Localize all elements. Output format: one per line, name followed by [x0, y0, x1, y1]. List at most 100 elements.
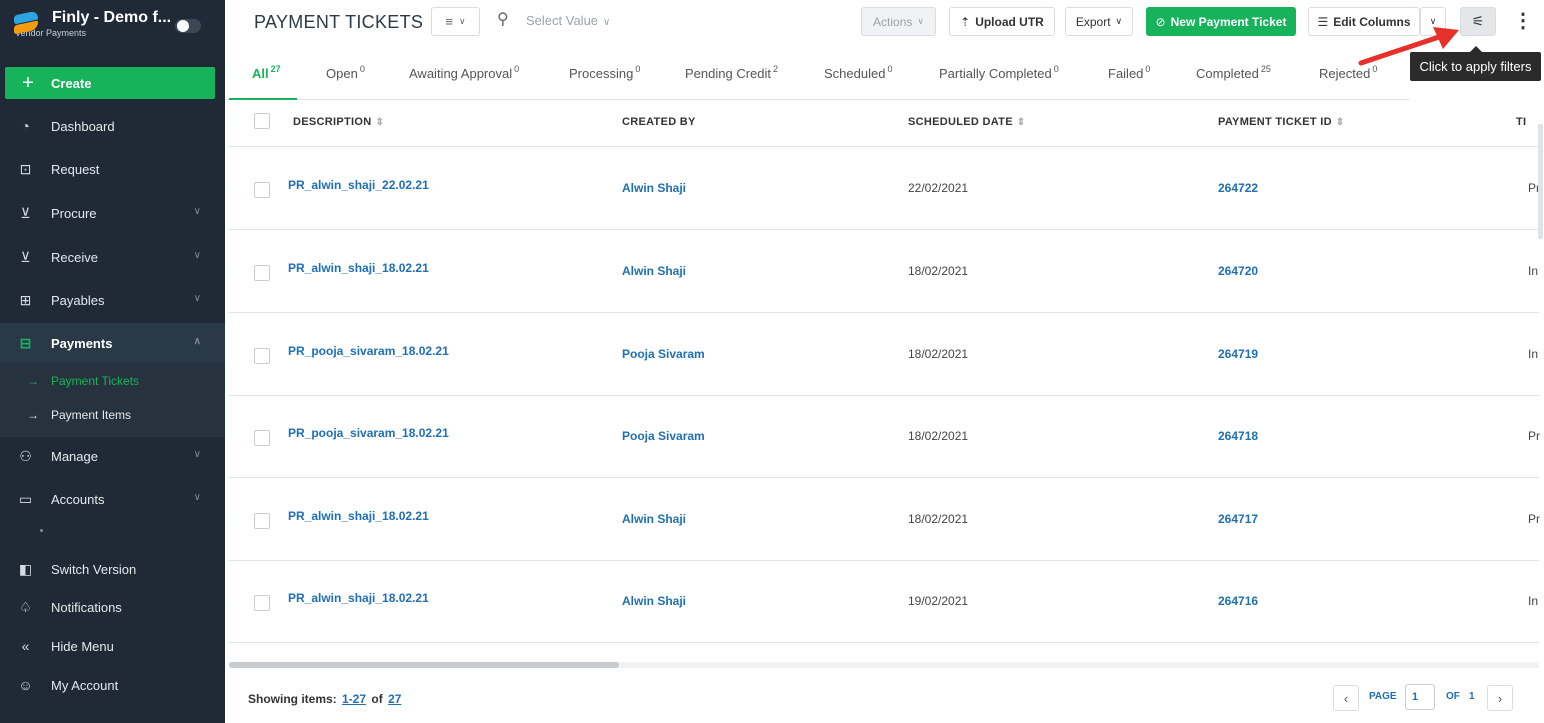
new-payment-ticket-button[interactable]: ⊘ New Payment Ticket [1146, 7, 1296, 36]
page-number-input[interactable]: 1 [1405, 684, 1435, 710]
export-button[interactable]: Export ∨ [1065, 7, 1133, 36]
user-icon: ☺ [18, 677, 33, 693]
total-link[interactable]: 27 [388, 692, 401, 706]
select-all-checkbox[interactable] [254, 113, 270, 129]
plus-icon: + [22, 72, 34, 94]
created-by-link[interactable]: Alwin Shaji [622, 181, 686, 195]
upload-utr-button[interactable]: ⇡ Upload UTR [949, 7, 1055, 36]
tab-pending-credit[interactable]: Pending Credit 2 [685, 64, 778, 81]
select-value-dropdown[interactable]: Select Value ∨ [526, 13, 610, 28]
ticket-id-link[interactable]: 264718 [1218, 429, 1258, 443]
chevron-down-icon: ∨ [1115, 16, 1123, 26]
filter-button[interactable]: ⚟ [1460, 7, 1496, 36]
table-row[interactable]: PR_alwin_shaji_18.02.21 Alwin Shaji 18/0… [229, 478, 1540, 561]
tab-open[interactable]: Open 0 [326, 64, 365, 81]
next-page-button[interactable]: › [1487, 685, 1513, 711]
receive-icon: ⊻ [20, 248, 31, 265]
truncated-cell: Pr [1528, 512, 1540, 526]
sidebar-item-accounts[interactable]: ▭ Accounts ∨ [0, 479, 225, 519]
tab-partially-completed[interactable]: Partially Completed 0 [939, 64, 1059, 81]
table-row[interactable]: PR_pooja_sivaram_18.02.21 Pooja Sivaram … [229, 395, 1540, 478]
description-link[interactable]: PR_alwin_shaji_18.02.21 [288, 509, 429, 523]
sidebar-item-payables[interactable]: ⊞ Payables ∨ [0, 280, 225, 320]
table-row[interactable]: PR_alwin_shaji_18.02.21 Alwin Shaji 18/0… [229, 230, 1539, 313]
tab-scheduled[interactable]: Scheduled 0 [824, 64, 892, 81]
search-icon[interactable]: ⚲ [497, 9, 509, 29]
tab-awaiting-approval[interactable]: Awaiting Approval 0 [409, 64, 519, 81]
sidebar-subitem-payment-items[interactable]: → Payment Items [0, 398, 225, 432]
chevron-down-icon: ∨ [193, 449, 201, 460]
sidebar-item-request[interactable]: ⊡ Request [0, 149, 225, 189]
sidebar-item-manage[interactable]: ⚇ Manage ∨ [0, 436, 225, 476]
prev-page-button[interactable]: ‹ [1333, 685, 1359, 711]
sidebar-item-payments[interactable]: ⊟ Payments ∧ [0, 323, 225, 363]
column-header-description[interactable]: DESCRIPTION ⇕ [293, 116, 384, 128]
page-label: PAGE [1369, 691, 1397, 702]
sidebar-item-receive[interactable]: ⊻ Receive ∨ [0, 237, 225, 277]
upload-icon: ⇡ [960, 14, 971, 29]
column-header-scheduled-date[interactable]: SCHEDULED DATE ⇕ [908, 116, 1026, 128]
scheduled-date: 18/02/2021 [908, 264, 969, 278]
vertical-scrollbar[interactable] [1538, 124, 1543, 239]
row-checkbox[interactable] [254, 430, 270, 446]
row-checkbox[interactable] [254, 265, 270, 281]
sidebar-subitem-payment-tickets[interactable]: → Payment Tickets [0, 364, 225, 398]
row-checkbox[interactable] [254, 348, 270, 364]
chevron-down-icon: ∨ [193, 492, 201, 503]
row-checkbox[interactable] [254, 513, 270, 529]
chevron-down-icon: ∨ [917, 16, 924, 26]
created-by-link[interactable]: Alwin Shaji [622, 594, 686, 608]
created-by-link[interactable]: Pooja Sivaram [622, 347, 705, 361]
check-circle-icon: ⊘ [1155, 14, 1166, 29]
ticket-id-link[interactable]: 264717 [1218, 512, 1258, 526]
sidebar-item-switch-version[interactable]: ◧ Switch Version [0, 549, 225, 589]
brand[interactable]: Finly - Demo f... Vendor Payments [0, 0, 225, 46]
brand-subtitle: Vendor Payments [15, 28, 87, 38]
payments-icon: ⊟ [19, 334, 32, 351]
table-row[interactable]: PR_pooja_sivaram_18.02.21 Pooja Sivaram … [229, 313, 1539, 396]
created-by-link[interactable]: Alwin Shaji [622, 264, 686, 278]
ticket-id-link[interactable]: 264716 [1218, 594, 1258, 608]
range-link[interactable]: 1-27 [342, 692, 366, 706]
sidebar-item-hide-menu[interactable]: « Hide Menu [0, 626, 225, 666]
actions-button[interactable]: Actions ∨ [861, 7, 936, 36]
description-link[interactable]: PR_pooja_sivaram_18.02.21 [288, 426, 449, 440]
description-link[interactable]: PR_alwin_shaji_18.02.21 [288, 261, 429, 275]
horizontal-scrollbar[interactable] [229, 662, 619, 668]
description-link[interactable]: PR_alwin_shaji_22.02.21 [288, 178, 429, 192]
description-link[interactable]: PR_alwin_shaji_18.02.21 [288, 591, 429, 605]
view-selector-button[interactable]: ≡ ∨ [431, 7, 480, 36]
sidebar-item-procure[interactable]: ⊻ Procure ∨ [0, 193, 225, 233]
row-checkbox[interactable] [254, 182, 270, 198]
chevron-right-icon: › [1497, 690, 1503, 706]
filter-sliders-icon: ⚟ [1471, 13, 1485, 29]
topbar: PAYMENT TICKETS ≡ ∨ ⚲ Select Value ∨ Acti… [225, 0, 1544, 44]
ticket-id-link[interactable]: 264720 [1218, 264, 1258, 278]
table-header: DESCRIPTION ⇕ CREATED BY SCHEDULED DATE ⇕ … [229, 100, 1539, 147]
theme-toggle[interactable] [175, 19, 201, 33]
sidebar-item-notifications[interactable]: ♤ Notifications [0, 587, 225, 627]
created-by-link[interactable]: Pooja Sivaram [622, 429, 705, 443]
dashboard-icon: ◔ [21, 118, 30, 134]
description-link[interactable]: PR_pooja_sivaram_18.02.21 [288, 344, 449, 358]
tab-failed[interactable]: Failed 0 [1108, 64, 1150, 81]
created-by-link[interactable]: Alwin Shaji [622, 512, 686, 526]
sidebar-item-dashboard[interactable]: ◔ Dashboard [0, 106, 225, 146]
table-row[interactable]: PR_alwin_shaji_18.02.21 Alwin Shaji 19/0… [229, 560, 1539, 643]
tab-processing[interactable]: Processing 0 [569, 64, 640, 81]
scheduled-date: 19/02/2021 [908, 594, 969, 608]
more-options-icon[interactable]: ⋮ [1513, 8, 1533, 34]
ticket-id-link[interactable]: 264722 [1218, 181, 1258, 195]
tab-all[interactable]: All 27 [252, 64, 281, 81]
table-row[interactable]: PR_alwin_shaji_22.02.21 Alwin Shaji 22/0… [229, 147, 1540, 230]
scheduled-date: 18/02/2021 [908, 512, 969, 526]
tab-completed[interactable]: Completed 25 [1196, 64, 1271, 81]
red-arrow-annotation-icon [1358, 27, 1459, 66]
row-checkbox[interactable] [254, 595, 270, 611]
truncated-cell: In [1528, 264, 1539, 278]
column-header-payment-ticket-id[interactable]: PAYMENT TICKET ID ⇕ [1218, 116, 1345, 128]
create-button[interactable]: + Create [5, 67, 215, 99]
list-view-icon: ≡ [445, 14, 453, 29]
sidebar-item-my-account[interactable]: ☺ My Account [0, 665, 225, 705]
ticket-id-link[interactable]: 264719 [1218, 347, 1258, 361]
